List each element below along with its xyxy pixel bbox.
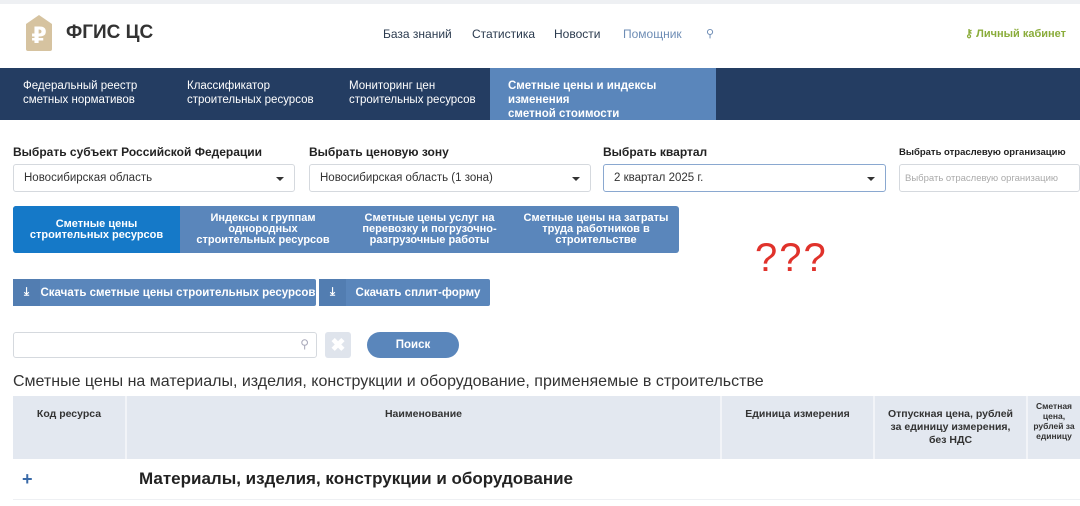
- main-nav: Федеральный реестр сметных нормативов Кла…: [0, 68, 1080, 134]
- section-title: Сметные цены на материалы, изделия, конс…: [13, 373, 764, 390]
- zone-select[interactable]: Новосибирская область (1 зона): [309, 164, 591, 192]
- search-button[interactable]: Поиск: [367, 332, 459, 358]
- col-release-price: Отпускная цена, рублей за единицу измере…: [875, 396, 1028, 459]
- nav-knowledge-base[interactable]: База знаний: [383, 27, 452, 41]
- key-icon: ⚷: [965, 28, 977, 40]
- group-row-title: Материалы, изделия, конструкции и оборуд…: [139, 469, 573, 488]
- top-border: [0, 0, 1080, 4]
- personal-cabinet-link[interactable]: ⚷ Личный кабинет: [965, 27, 1066, 40]
- region-select[interactable]: Новосибирская область: [13, 164, 295, 192]
- search-icon[interactable]: ⚲: [706, 27, 714, 40]
- mainnav-estimated-prices[interactable]: Сметные цены и индексы изменения сметной …: [490, 68, 716, 134]
- download-split-form-button[interactable]: ⤓ Скачать сплит-форму: [319, 279, 490, 306]
- col-resource-code: Код ресурса: [13, 396, 127, 459]
- nav-assistant[interactable]: Помощник: [623, 27, 682, 41]
- chevron-down-icon: [276, 177, 284, 181]
- region-label: Выбрать субъект Российской Федерации: [13, 145, 263, 159]
- search-icon: ⚲: [300, 337, 309, 351]
- svg-text:₽: ₽: [31, 24, 46, 49]
- col-name: Наименование: [127, 396, 722, 459]
- org-label: Выбрать отраслевую организацию: [899, 147, 1066, 158]
- col-estimated-price: Сметная цена, рублей за единицу: [1028, 396, 1080, 459]
- tab-resource-prices[interactable]: Сметные цены строительных ресурсов: [13, 206, 180, 253]
- price-tabs: Сметные цены строительных ресурсов Индек…: [13, 206, 679, 253]
- mainnav-federal-registry[interactable]: Федеральный реестр сметных нормативов: [13, 68, 147, 120]
- download-icon: ⤓: [319, 279, 346, 306]
- mainnav-classifier[interactable]: Классификатор строительных ресурсов: [177, 68, 324, 120]
- cabinet-label: Личный кабинет: [976, 28, 1067, 40]
- zone-label: Выбрать ценовую зону: [309, 145, 449, 159]
- clear-search-button[interactable]: ✖: [325, 332, 351, 358]
- tab-transport-prices[interactable]: Сметные цены услуг на перевозку и погруз…: [346, 206, 513, 253]
- chevron-down-icon: [572, 177, 580, 181]
- quarter-label: Выбрать квартал: [603, 145, 708, 159]
- download-resource-prices-button[interactable]: ⤓ Скачать сметные цены строительных ресур…: [13, 279, 316, 306]
- expand-plus-icon[interactable]: +: [22, 469, 33, 490]
- brand-name[interactable]: ФГИС ЦС: [66, 22, 153, 44]
- download-icon: ⤓: [13, 279, 40, 306]
- tab-labor-prices[interactable]: Сметные цены на затраты труда работников…: [513, 206, 679, 253]
- annotation-question-marks: ???: [755, 236, 828, 280]
- mainnav-monitoring[interactable]: Мониторинг цен строительных ресурсов: [339, 68, 486, 120]
- ruble-tag-icon[interactable]: ₽: [22, 14, 56, 52]
- org-select[interactable]: Выбрать отраслевую организацию: [899, 164, 1080, 192]
- col-unit: Единица измерения: [722, 396, 875, 459]
- tab-group-indices[interactable]: Индексы к группам однородных строительны…: [180, 206, 346, 253]
- nav-news[interactable]: Новости: [554, 27, 600, 41]
- nav-statistics[interactable]: Статистика: [472, 27, 535, 41]
- search-input[interactable]: ⚲: [13, 332, 317, 358]
- quarter-select[interactable]: 2 квартал 2025 г.: [603, 164, 886, 192]
- chevron-down-icon: [867, 177, 875, 181]
